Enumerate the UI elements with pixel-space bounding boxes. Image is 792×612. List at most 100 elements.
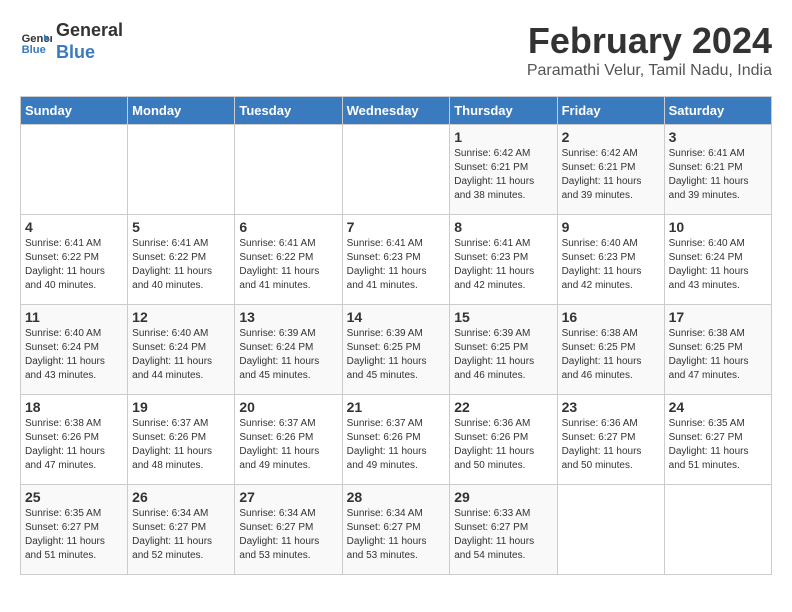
day-number: 6	[239, 219, 337, 235]
day-info: Sunrise: 6:41 AMSunset: 6:23 PMDaylight:…	[347, 237, 446, 293]
logo-line2: Blue	[56, 42, 123, 64]
calendar-cell: 15 Sunrise: 6:39 AMSunset: 6:25 PMDayligh…	[450, 305, 557, 395]
day-info: Sunrise: 6:41 AMSunset: 6:22 PMDaylight:…	[239, 237, 337, 293]
day-number: 29	[454, 489, 552, 505]
calendar-cell: 29 Sunrise: 6:33 AMSunset: 6:27 PMDayligh…	[450, 485, 557, 575]
day-info: Sunrise: 6:40 AMSunset: 6:24 PMDaylight:…	[669, 237, 767, 293]
calendar-cell	[342, 125, 450, 215]
day-info: Sunrise: 6:38 AMSunset: 6:26 PMDaylight:…	[25, 417, 123, 473]
calendar-cell	[235, 125, 342, 215]
day-number: 23	[562, 399, 660, 415]
day-info: Sunrise: 6:36 AMSunset: 6:27 PMDaylight:…	[562, 417, 660, 473]
day-number: 21	[347, 399, 446, 415]
calendar-cell: 28 Sunrise: 6:34 AMSunset: 6:27 PMDayligh…	[342, 485, 450, 575]
day-number: 22	[454, 399, 552, 415]
day-number: 5	[132, 219, 230, 235]
svg-text:Blue: Blue	[22, 44, 46, 56]
day-number: 26	[132, 489, 230, 505]
day-number: 8	[454, 219, 552, 235]
calendar-cell: 18 Sunrise: 6:38 AMSunset: 6:26 PMDayligh…	[21, 395, 128, 485]
calendar-cell	[557, 485, 664, 575]
title-section: February 2024 Paramathi Velur, Tamil Nad…	[527, 20, 772, 80]
day-number: 28	[347, 489, 446, 505]
calendar-cell: 14 Sunrise: 6:39 AMSunset: 6:25 PMDayligh…	[342, 305, 450, 395]
calendar-cell: 1 Sunrise: 6:42 AMSunset: 6:21 PMDaylight…	[450, 125, 557, 215]
calendar-week-3: 11 Sunrise: 6:40 AMSunset: 6:24 PMDayligh…	[21, 305, 772, 395]
day-info: Sunrise: 6:39 AMSunset: 6:25 PMDaylight:…	[347, 327, 446, 383]
logo-icon: General Blue	[20, 26, 52, 58]
logo-text: General Blue	[56, 20, 123, 63]
calendar-cell: 3 Sunrise: 6:41 AMSunset: 6:21 PMDaylight…	[664, 125, 771, 215]
day-info: Sunrise: 6:40 AMSunset: 6:24 PMDaylight:…	[132, 327, 230, 383]
day-number: 1	[454, 129, 552, 145]
header-day-tuesday: Tuesday	[235, 97, 342, 125]
header-day-saturday: Saturday	[664, 97, 771, 125]
day-info: Sunrise: 6:34 AMSunset: 6:27 PMDaylight:…	[132, 507, 230, 563]
day-number: 3	[669, 129, 767, 145]
day-info: Sunrise: 6:42 AMSunset: 6:21 PMDaylight:…	[562, 147, 660, 203]
header-day-wednesday: Wednesday	[342, 97, 450, 125]
day-info: Sunrise: 6:37 AMSunset: 6:26 PMDaylight:…	[239, 417, 337, 473]
day-info: Sunrise: 6:39 AMSunset: 6:24 PMDaylight:…	[239, 327, 337, 383]
page-header: General Blue General Blue February 2024 …	[20, 20, 772, 80]
day-number: 20	[239, 399, 337, 415]
day-number: 9	[562, 219, 660, 235]
day-info: Sunrise: 6:40 AMSunset: 6:24 PMDaylight:…	[25, 327, 123, 383]
calendar-cell: 8 Sunrise: 6:41 AMSunset: 6:23 PMDaylight…	[450, 215, 557, 305]
day-number: 15	[454, 309, 552, 325]
day-info: Sunrise: 6:34 AMSunset: 6:27 PMDaylight:…	[239, 507, 337, 563]
day-number: 13	[239, 309, 337, 325]
day-number: 2	[562, 129, 660, 145]
calendar-cell: 7 Sunrise: 6:41 AMSunset: 6:23 PMDaylight…	[342, 215, 450, 305]
day-info: Sunrise: 6:39 AMSunset: 6:25 PMDaylight:…	[454, 327, 552, 383]
calendar-cell: 24 Sunrise: 6:35 AMSunset: 6:27 PMDayligh…	[664, 395, 771, 485]
day-info: Sunrise: 6:37 AMSunset: 6:26 PMDaylight:…	[347, 417, 446, 473]
calendar-week-1: 1 Sunrise: 6:42 AMSunset: 6:21 PMDaylight…	[21, 125, 772, 215]
calendar-cell: 12 Sunrise: 6:40 AMSunset: 6:24 PMDayligh…	[128, 305, 235, 395]
calendar-cell: 9 Sunrise: 6:40 AMSunset: 6:23 PMDaylight…	[557, 215, 664, 305]
calendar-table: SundayMondayTuesdayWednesdayThursdayFrid…	[20, 96, 772, 575]
calendar-cell: 26 Sunrise: 6:34 AMSunset: 6:27 PMDayligh…	[128, 485, 235, 575]
calendar-cell: 25Sunrise: 6:35 AMSunset: 6:27 PMDayligh…	[21, 485, 128, 575]
calendar-cell: 23 Sunrise: 6:36 AMSunset: 6:27 PMDayligh…	[557, 395, 664, 485]
day-info: Sunrise: 6:37 AMSunset: 6:26 PMDaylight:…	[132, 417, 230, 473]
calendar-cell: 5 Sunrise: 6:41 AMSunset: 6:22 PMDaylight…	[128, 215, 235, 305]
day-number: 24	[669, 399, 767, 415]
day-info: Sunrise: 6:33 AMSunset: 6:27 PMDaylight:…	[454, 507, 552, 563]
day-number: 11	[25, 309, 123, 325]
day-info: Sunrise: 6:35 AMSunset: 6:27 PMDaylight:…	[669, 417, 767, 473]
day-number: 12	[132, 309, 230, 325]
day-number: 18	[25, 399, 123, 415]
day-number: 4	[25, 219, 123, 235]
calendar-week-4: 18 Sunrise: 6:38 AMSunset: 6:26 PMDayligh…	[21, 395, 772, 485]
day-info: Sunrise: 6:41 AMSunset: 6:23 PMDaylight:…	[454, 237, 552, 293]
day-info: Sunrise: 6:41 AMSunset: 6:22 PMDaylight:…	[132, 237, 230, 293]
header-day-thursday: Thursday	[450, 97, 557, 125]
calendar-cell: 20 Sunrise: 6:37 AMSunset: 6:26 PMDayligh…	[235, 395, 342, 485]
calendar-header-row: SundayMondayTuesdayWednesdayThursdayFrid…	[21, 97, 772, 125]
calendar-cell: 22 Sunrise: 6:36 AMSunset: 6:26 PMDayligh…	[450, 395, 557, 485]
day-info: Sunrise: 6:34 AMSunset: 6:27 PMDaylight:…	[347, 507, 446, 563]
calendar-cell: 4 Sunrise: 6:41 AMSunset: 6:22 PMDaylight…	[21, 215, 128, 305]
day-info: Sunrise: 6:41 AMSunset: 6:21 PMDaylight:…	[669, 147, 767, 203]
calendar-week-5: 25Sunrise: 6:35 AMSunset: 6:27 PMDayligh…	[21, 485, 772, 575]
day-info: Sunrise: 6:42 AMSunset: 6:21 PMDaylight:…	[454, 147, 552, 203]
calendar-cell: 10Sunrise: 6:40 AMSunset: 6:24 PMDayligh…	[664, 215, 771, 305]
day-info: Sunrise: 6:36 AMSunset: 6:26 PMDaylight:…	[454, 417, 552, 473]
day-number: 14	[347, 309, 446, 325]
header-day-friday: Friday	[557, 97, 664, 125]
calendar-cell: 19Sunrise: 6:37 AMSunset: 6:26 PMDayligh…	[128, 395, 235, 485]
day-number: 16	[562, 309, 660, 325]
day-info: Sunrise: 6:41 AMSunset: 6:22 PMDaylight:…	[25, 237, 123, 293]
header-day-monday: Monday	[128, 97, 235, 125]
logo: General Blue General Blue	[20, 20, 123, 63]
logo-line1: General	[56, 20, 123, 42]
day-info: Sunrise: 6:40 AMSunset: 6:23 PMDaylight:…	[562, 237, 660, 293]
calendar-cell: 6 Sunrise: 6:41 AMSunset: 6:22 PMDaylight…	[235, 215, 342, 305]
calendar-cell: 11 Sunrise: 6:40 AMSunset: 6:24 PMDayligh…	[21, 305, 128, 395]
day-number: 7	[347, 219, 446, 235]
calendar-cell: 17Sunrise: 6:38 AMSunset: 6:25 PMDayligh…	[664, 305, 771, 395]
calendar-cell	[21, 125, 128, 215]
day-info: Sunrise: 6:38 AMSunset: 6:25 PMDaylight:…	[669, 327, 767, 383]
calendar-week-2: 4 Sunrise: 6:41 AMSunset: 6:22 PMDaylight…	[21, 215, 772, 305]
